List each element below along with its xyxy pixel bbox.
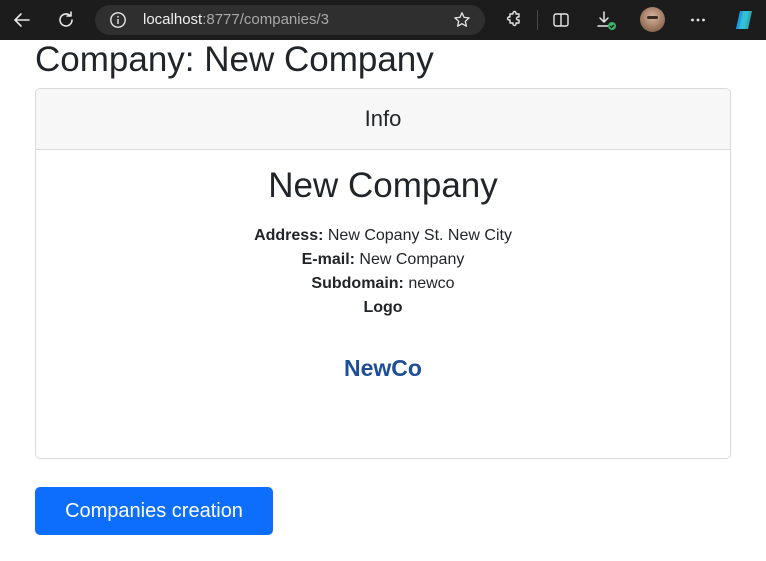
address-label: Address: (254, 227, 324, 244)
company-logo: NewCo (344, 355, 422, 381)
downloads-icon[interactable] (594, 8, 618, 32)
back-icon[interactable] (10, 8, 34, 32)
star-icon[interactable] (453, 11, 471, 34)
company-name: New Company (268, 166, 498, 205)
url-host: localhost (143, 11, 203, 28)
address-value: New Copany St. New City (327, 227, 512, 244)
url-text[interactable]: localhost:8777/companies/3 (143, 11, 329, 29)
subdomain-row: Subdomain: newco (36, 272, 730, 296)
more-icon[interactable] (686, 8, 710, 32)
profile-avatar[interactable] (640, 7, 665, 32)
refresh-icon[interactable] (54, 8, 78, 32)
logo-label: Logo (363, 299, 403, 316)
address-bar[interactable]: localhost:8777/companies/3 (95, 5, 485, 35)
company-details: Address: New Copany St. New City E-mail:… (36, 224, 730, 320)
extensions-icon[interactable] (501, 8, 525, 32)
copilot-icon[interactable] (732, 8, 756, 32)
email-label: E-mail: (301, 251, 355, 268)
email-value: New Company (359, 251, 465, 268)
address-row: Address: New Copany St. New City (36, 224, 730, 248)
card-header: Info (36, 89, 730, 150)
subdomain-label: Subdomain: (311, 275, 404, 292)
info-icon[interactable] (109, 11, 127, 34)
toolbar-separator (537, 10, 538, 30)
page-title: Company: New Company (35, 40, 434, 79)
company-info-card: Info New Company Address: New Copany St.… (35, 88, 731, 459)
logo-row: Logo (36, 296, 730, 320)
url-path: :8777/companies/3 (202, 11, 329, 28)
companies-creation-button[interactable]: Companies creation (35, 487, 273, 535)
subdomain-value: newco (408, 275, 455, 292)
split-screen-icon[interactable] (549, 8, 573, 32)
browser-toolbar: localhost:8777/companies/3 (0, 0, 766, 40)
email-row: E-mail: New Company (36, 248, 730, 272)
